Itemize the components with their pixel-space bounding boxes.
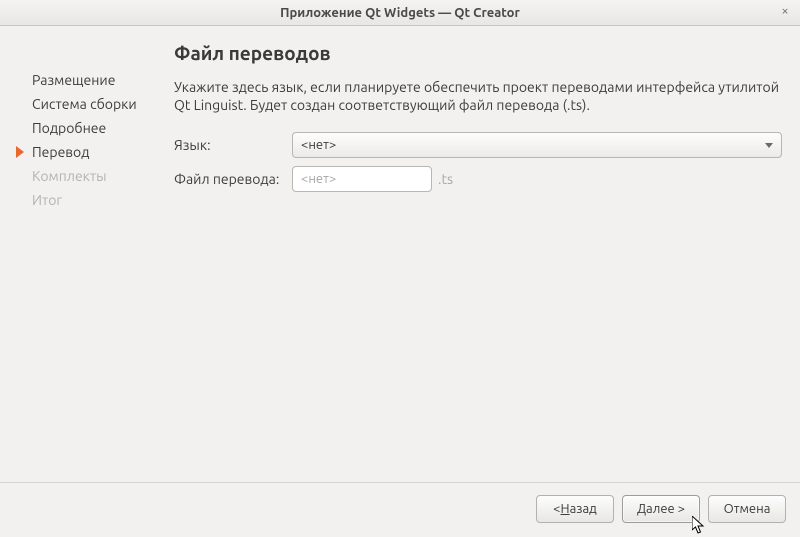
sidebar-item-translation: Перевод (32, 140, 164, 164)
window-body: Размещение Система сборки Подробнее Пере… (0, 26, 800, 537)
sidebar-item-details: Подробнее (32, 116, 164, 140)
wizard-page: Файл переводов Укажите здесь язык, если … (164, 42, 786, 474)
next-button-rest: алее > (646, 502, 685, 516)
language-combobox[interactable]: <нет> (292, 132, 782, 158)
page-description: Укажите здесь язык, если планируете обес… (174, 78, 782, 114)
wizard-sidebar: Размещение Система сборки Подробнее Пере… (14, 42, 164, 474)
titlebar: Приложение Qt Widgets — Qt Creator × (0, 0, 800, 26)
sidebar-item-kits: Комплекты (32, 164, 164, 188)
content-area: Размещение Система сборки Подробнее Пере… (0, 26, 800, 483)
wizard-buttons: < Назад Далее > Отмена (0, 483, 800, 537)
translation-file-label: Файл перевода: (174, 171, 292, 187)
next-button-mnemonic: Д (637, 502, 646, 516)
back-button[interactable]: < Назад (536, 495, 614, 523)
language-value: <нет> (301, 138, 336, 152)
window-title: Приложение Qt Widgets — Qt Creator (280, 6, 520, 20)
language-row: Язык: <нет> (174, 132, 782, 158)
chevron-down-icon (765, 143, 773, 148)
back-button-rest: азад (570, 502, 597, 516)
language-label: Язык: (174, 137, 292, 153)
back-button-prefix: < (553, 502, 560, 516)
sidebar-item-buildsystem: Система сборки (32, 92, 164, 116)
back-button-mnemonic: Н (561, 502, 570, 516)
translation-file-suffix: .ts (438, 171, 453, 187)
close-icon[interactable]: × (778, 5, 792, 19)
next-button[interactable]: Далее > (622, 495, 700, 523)
cancel-button[interactable]: Отмена (708, 495, 786, 523)
translation-file-input[interactable] (292, 166, 432, 192)
sidebar-item-summary: Итог (32, 188, 164, 212)
sidebar-item-location: Размещение (32, 68, 164, 92)
page-title: Файл переводов (174, 42, 782, 64)
translation-file-row: Файл перевода: .ts (174, 166, 782, 192)
